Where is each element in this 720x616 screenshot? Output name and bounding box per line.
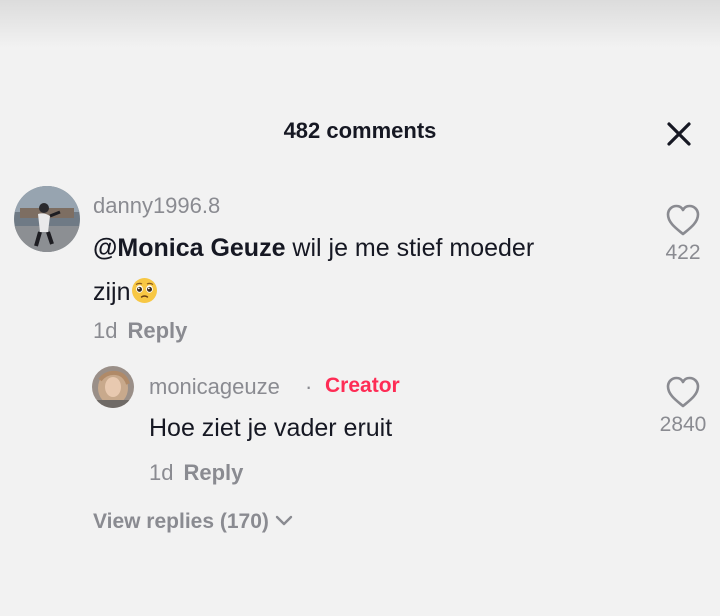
comment-username[interactable]: danny1996.8: [93, 193, 220, 219]
close-button[interactable]: [663, 118, 695, 150]
reply-avatar[interactable]: [92, 366, 134, 408]
reply-button[interactable]: Reply: [127, 318, 187, 343]
pleading-face-emoji: [131, 277, 158, 304]
reply-like-count: 2840: [659, 413, 707, 436]
reply-time: 1d: [149, 460, 174, 485]
reply-username[interactable]: monicageuze: [149, 374, 280, 400]
creator-separator: ·: [305, 374, 313, 399]
creator-badge: Creator: [325, 374, 400, 397]
close-icon: [667, 122, 691, 146]
view-replies-button[interactable]: View replies (170): [93, 510, 293, 534]
top-gradient: [0, 0, 720, 48]
avatar[interactable]: [14, 186, 80, 252]
chevron-down-icon: [275, 515, 293, 526]
comment-meta: 1d Reply: [93, 318, 187, 344]
like-button[interactable]: 422: [643, 203, 720, 265]
reply-meta: 1d Reply: [149, 460, 243, 486]
like-count: 422: [665, 241, 701, 264]
heart-outline-icon[interactable]: [665, 203, 701, 237]
heart-outline-icon[interactable]: [665, 375, 701, 409]
mention-link[interactable]: @Monica Geuze: [93, 234, 285, 262]
reply-text: Hoe ziet je vader eruit: [149, 414, 393, 442]
comment-time: 1d: [93, 318, 118, 343]
view-replies-label: View replies (170): [93, 510, 269, 533]
comment-text: @Monica Geuze wil je me stief moeder zij…: [93, 226, 613, 314]
comment-text-line1: wil je me stief moeder: [285, 234, 535, 262]
reply-button[interactable]: Reply: [183, 460, 243, 485]
reply-like-button[interactable]: 2840: [643, 375, 720, 437]
comment-text-line2: zijn: [93, 278, 131, 306]
comments-count-title: 482 comments: [283, 118, 437, 143]
